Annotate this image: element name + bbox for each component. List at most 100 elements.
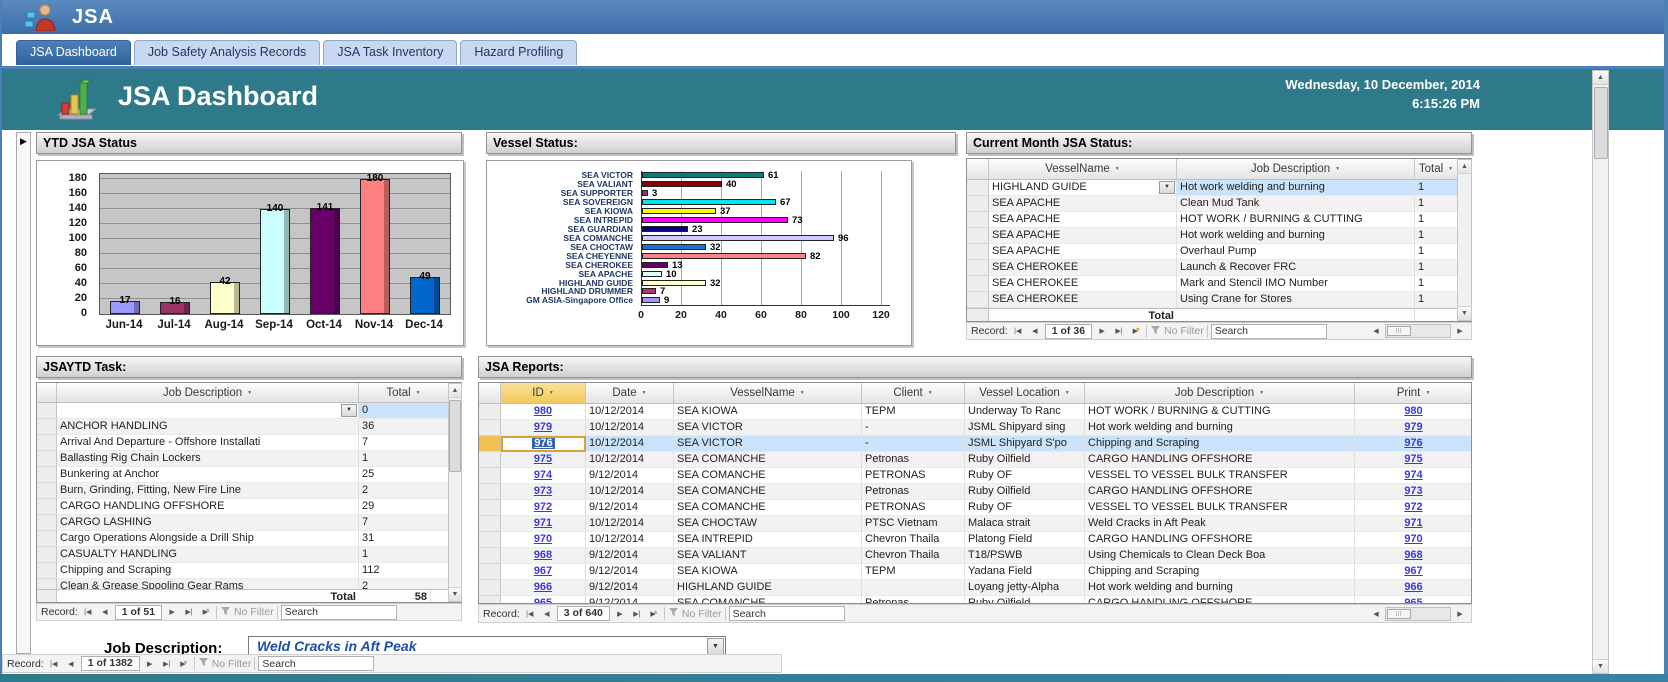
- table-row[interactable]: Clean & Grease Spooling Gear Rams2: [37, 579, 461, 589]
- job-description-cell[interactable]: CASUALTY HANDLING: [57, 547, 359, 563]
- date-cell[interactable]: 10/12/2014: [586, 452, 674, 468]
- jsaytd-scrollbar[interactable]: ▲ ▼: [448, 383, 462, 602]
- row-selector[interactable]: [479, 548, 501, 564]
- row-selector[interactable]: [479, 564, 501, 580]
- hscroll-left-button[interactable]: ◀: [1369, 325, 1383, 338]
- job-description-cell[interactable]: VESSEL TO VESSEL BULK TRANSFER: [1085, 500, 1355, 516]
- current-month-scrollbar[interactable]: ▲ ▼: [1457, 159, 1472, 321]
- id-cell[interactable]: 967: [501, 564, 586, 580]
- tab-jsa-dashboard[interactable]: JSA Dashboard: [16, 40, 131, 65]
- scroll-down-button[interactable]: ▼: [1593, 659, 1608, 673]
- job-description-cell[interactable]: Launch & Recover FRC: [1177, 260, 1415, 276]
- record-next-button[interactable]: ▶: [143, 657, 157, 670]
- tab-jsa-task-inventory[interactable]: JSA Task Inventory: [323, 40, 457, 65]
- id-link[interactable]: 971: [534, 517, 552, 529]
- job-description-cell[interactable]: Hot work welding and burning: [1085, 580, 1355, 596]
- client-cell[interactable]: TEPM: [862, 564, 965, 580]
- job-description-cell[interactable]: CARGO HANDLING OFFSHORE: [1085, 596, 1355, 604]
- print-link[interactable]: 973: [1404, 485, 1422, 497]
- vesselname-cell[interactable]: SEA VICTOR: [674, 436, 862, 452]
- row-selector[interactable]: [967, 292, 989, 308]
- vesselname-cell[interactable]: SEA CHOCTAW: [674, 516, 862, 532]
- id-link[interactable]: 975: [534, 453, 552, 465]
- date-cell[interactable]: 10/12/2014: [586, 420, 674, 436]
- row-selector[interactable]: [479, 404, 501, 420]
- id-link[interactable]: 968: [534, 549, 552, 561]
- id-cell[interactable]: 966: [501, 580, 586, 596]
- row-selector[interactable]: [37, 531, 57, 547]
- total-cell[interactable]: 112: [359, 563, 449, 579]
- tab-job-safety-analysis-records[interactable]: Job Safety Analysis Records: [134, 40, 320, 65]
- print-link[interactable]: 970: [1404, 533, 1422, 545]
- hscroll-right-button[interactable]: ▶: [1453, 325, 1467, 338]
- vesselname-cell[interactable]: SEA VALIANT: [674, 548, 862, 564]
- table-row[interactable]: SEA APACHEHot work welding and burning1: [967, 228, 1471, 244]
- record-last-button[interactable]: ▶|: [630, 607, 644, 620]
- table-row[interactable]: 9689/12/2014SEA VALIANTChevron ThailaT18…: [479, 548, 1471, 564]
- print-link[interactable]: 972: [1404, 501, 1422, 513]
- client-cell[interactable]: Chevron Thaila: [862, 548, 965, 564]
- row-selector[interactable]: [479, 452, 501, 468]
- vessel-location-cell[interactable]: Ruby Oilfield: [965, 484, 1085, 500]
- search-input[interactable]: [729, 606, 845, 621]
- print-link[interactable]: 974: [1404, 469, 1422, 481]
- print-cell[interactable]: 975: [1355, 452, 1471, 468]
- client-cell[interactable]: PETRONAS: [862, 468, 965, 484]
- table-row[interactable]: Ballasting Rig Chain Lockers1: [37, 451, 461, 467]
- vesselname-cell[interactable]: SEA CHEROKEE: [989, 260, 1177, 276]
- print-link[interactable]: 976: [1404, 437, 1422, 449]
- vesselname-cell[interactable]: SEA COMANCHE: [674, 596, 862, 604]
- scroll-thumb[interactable]: [1594, 87, 1608, 159]
- row-selector[interactable]: [37, 515, 57, 531]
- job-description-cell[interactable]: Hot work welding and burning: [1177, 180, 1415, 196]
- filter-arrow-icon[interactable]: ▼: [1065, 390, 1070, 396]
- print-link[interactable]: 971: [1404, 517, 1422, 529]
- record-last-button[interactable]: ▶|: [182, 606, 196, 619]
- column-header-vessel-location[interactable]: Vessel Location▼: [965, 383, 1085, 403]
- print-cell[interactable]: 972: [1355, 500, 1471, 516]
- date-cell[interactable]: 9/12/2014: [586, 500, 674, 516]
- date-cell[interactable]: 9/12/2014: [586, 468, 674, 484]
- job-description-cell[interactable]: Mark and Stencil IMO Number: [1177, 276, 1415, 292]
- table-row[interactable]: SEA APACHEClean Mud Tank1: [967, 196, 1471, 212]
- job-description-cell[interactable]: Using Crane for Stores: [1177, 292, 1415, 308]
- id-cell[interactable]: 979: [501, 420, 586, 436]
- record-previous-button[interactable]: ◀: [540, 607, 554, 620]
- print-cell[interactable]: 974: [1355, 468, 1471, 484]
- table-row[interactable]: Cargo Operations Alongside a Drill Ship3…: [37, 531, 461, 547]
- filter-arrow-icon[interactable]: ▼: [1448, 166, 1453, 172]
- scroll-up-button[interactable]: ▲: [449, 384, 461, 398]
- id-cell[interactable]: 973: [501, 484, 586, 500]
- filter-arrow-icon[interactable]: ▼: [1335, 166, 1340, 172]
- total-cell[interactable]: 2: [359, 483, 449, 499]
- vesselname-cell[interactable]: SEA KIOWA: [674, 404, 862, 420]
- total-cell[interactable]: 31: [359, 531, 449, 547]
- filter-arrow-icon[interactable]: ▼: [800, 390, 805, 396]
- print-cell[interactable]: 967: [1355, 564, 1471, 580]
- row-selector[interactable]: [37, 451, 57, 467]
- id-cell[interactable]: 976: [501, 436, 586, 452]
- vessel-location-cell[interactable]: Platong Field: [965, 532, 1085, 548]
- print-link[interactable]: 980: [1404, 405, 1422, 417]
- column-header-id[interactable]: ID▼: [501, 383, 586, 403]
- job-description-cell[interactable]: Ballasting Rig Chain Lockers: [57, 451, 359, 467]
- print-cell[interactable]: 965: [1355, 596, 1471, 604]
- job-description-cell[interactable]: CARGO HANDLING OFFSHORE: [1085, 484, 1355, 500]
- table-row[interactable]: 9679/12/2014SEA KIOWATEPMYadana FieldChi…: [479, 564, 1471, 580]
- client-cell[interactable]: PTSC Vietnam: [862, 516, 965, 532]
- date-cell[interactable]: 9/12/2014: [586, 596, 674, 604]
- print-cell[interactable]: 976: [1355, 436, 1471, 452]
- client-cell[interactable]: Chevron Thaila: [862, 532, 965, 548]
- column-header-vesselname[interactable]: VesselName▼: [674, 383, 862, 403]
- id-link[interactable]: 974: [534, 469, 552, 481]
- job-description-cell[interactable]: CARGO HANDLING OFFSHORE: [1085, 452, 1355, 468]
- print-link[interactable]: 967: [1404, 565, 1422, 577]
- row-selector[interactable]: [479, 420, 501, 436]
- vessel-location-cell[interactable]: JSML Shipyard S'po: [965, 436, 1085, 452]
- scroll-down-button[interactable]: ▼: [1458, 306, 1471, 320]
- horizontal-scrollbar[interactable]: ◀|||▶: [1369, 607, 1467, 621]
- vessel-location-cell[interactable]: JSML Shipyard sing: [965, 420, 1085, 436]
- vesselname-cell[interactable]: SEA COMANCHE: [674, 500, 862, 516]
- id-link[interactable]: 976: [532, 437, 554, 449]
- row-selector[interactable]: [967, 260, 989, 276]
